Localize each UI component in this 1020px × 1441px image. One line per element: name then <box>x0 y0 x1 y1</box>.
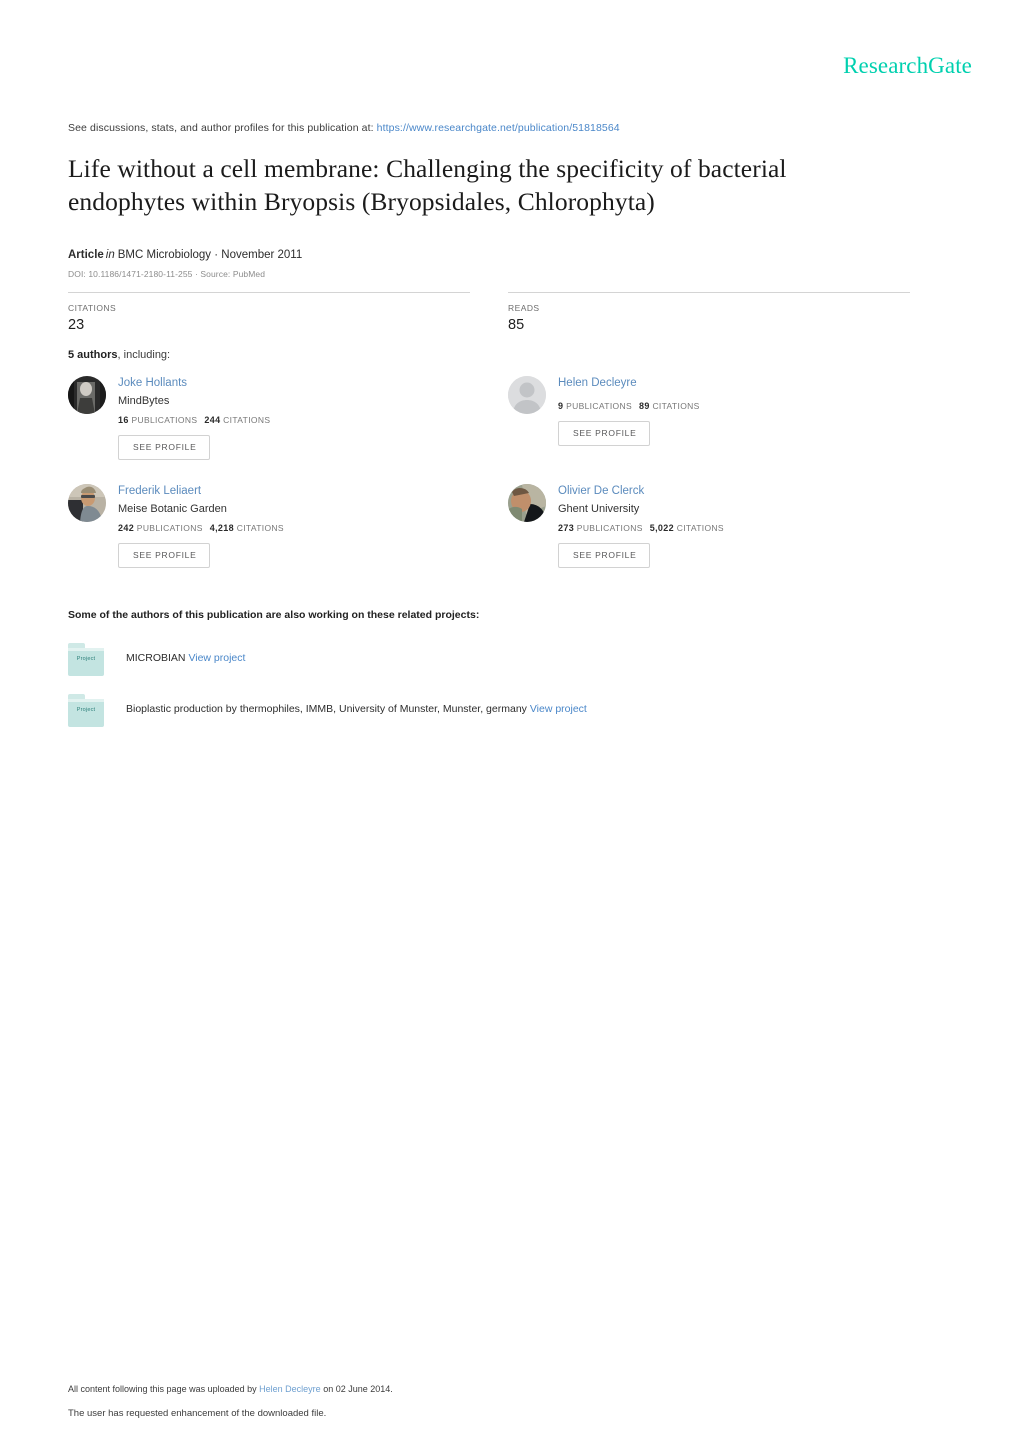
author-stats: 242 PUBLICATIONS 4,218 CITATIONS <box>118 523 488 533</box>
author-citations-word: CITATIONS <box>223 415 271 425</box>
stat-reads-label: READS <box>508 303 540 313</box>
stat-citations: CITATIONS 23 <box>68 292 470 333</box>
author-stats: 16 PUBLICATIONS 244 CITATIONS <box>118 415 488 425</box>
project-folder-icon: Project <box>68 694 104 727</box>
project-text: MICROBIAN View project <box>126 643 245 664</box>
project-title: Bioplastic production by thermophiles, I… <box>126 703 527 715</box>
avatar <box>508 484 546 522</box>
publication-title: Life without a cell membrane: Challengin… <box>68 154 787 216</box>
project-row: Project MICROBIAN View project <box>68 643 245 677</box>
authors-including-label: , including: <box>117 349 171 361</box>
avatar-photo-icon <box>508 484 546 522</box>
author-citations-word: CITATIONS <box>236 523 284 533</box>
article-venue: BMC Microbiology · November 2011 <box>117 249 303 261</box>
stat-divider <box>68 292 470 293</box>
author-publications-count: 273 <box>558 523 575 533</box>
project-title: MICROBIAN <box>126 652 186 664</box>
author-citations-count: 244 <box>204 415 221 425</box>
see-profile-button[interactable]: SEE PROFILE <box>558 543 651 568</box>
author-institution: Meise Botanic Garden <box>118 503 227 515</box>
discussion-prefix-text: See discussions, stats, and author profi… <box>68 122 374 134</box>
author-publications-word: PUBLICATIONS <box>566 401 632 411</box>
avatar-photo-icon <box>68 376 106 414</box>
researchgate-logo: ResearchGate <box>843 53 972 78</box>
project-folder-label: Project <box>76 656 96 662</box>
project-folder-icon: Project <box>68 643 104 676</box>
author-citations-word: CITATIONS <box>676 523 724 533</box>
author-card: Joke Hollants MindBytes 16 PUBLICATIONS 2… <box>68 376 488 460</box>
author-body: Frederik Leliaert Meise Botanic Garden 2… <box>118 484 488 568</box>
author-body: Olivier De Clerck Ghent University 273 P… <box>558 484 928 568</box>
avatar-photo-icon <box>68 484 106 522</box>
stat-citations-label: CITATIONS <box>68 303 117 313</box>
avatar <box>68 376 106 414</box>
author-citations-word: CITATIONS <box>652 401 700 411</box>
project-text: Bioplastic production by thermophiles, I… <box>126 694 587 715</box>
discussion-line: See discussions, stats, and author profi… <box>68 122 620 134</box>
author-name-link[interactable]: Joke Hollants <box>118 376 488 390</box>
author-citations-count: 4,218 <box>209 523 234 533</box>
author-name-link[interactable]: Helen Decleyre <box>558 376 928 390</box>
view-project-link[interactable]: View project <box>530 703 587 715</box>
stat-divider <box>508 292 910 293</box>
see-profile-button[interactable]: SEE PROFILE <box>118 543 211 568</box>
avatar <box>68 484 106 522</box>
avatar <box>508 376 546 414</box>
author-card: Frederik Leliaert Meise Botanic Garden 2… <box>68 484 488 568</box>
author-stats: 273 PUBLICATIONS 5,022 CITATIONS <box>558 523 928 533</box>
author-publications-word: PUBLICATIONS <box>576 523 643 533</box>
article-in-word: in <box>105 249 115 261</box>
footer-upload-suffix: on 02 June 2014. <box>323 1384 393 1394</box>
view-project-link[interactable]: View project <box>188 652 245 664</box>
project-folder-label: Project <box>76 707 96 713</box>
author-body: Helen Decleyre 9 PUBLICATIONS 89 CITATION… <box>558 376 928 446</box>
author-publications-word: PUBLICATIONS <box>136 523 203 533</box>
author-institution: MindBytes <box>118 395 170 407</box>
footer-upload-prefix: All content following this page was uplo… <box>68 1384 257 1394</box>
avatar-placeholder-person-icon <box>508 376 546 414</box>
stat-reads-value: 85 <box>508 317 525 333</box>
author-name-link[interactable]: Frederik Leliaert <box>118 484 488 498</box>
author-card: Olivier De Clerck Ghent University 273 P… <box>508 484 928 568</box>
author-institution: Ghent University <box>558 503 640 515</box>
author-publications-count: 9 <box>558 401 564 411</box>
researchgate-cover-page: ResearchGate See discussions, stats, and… <box>0 0 1020 1441</box>
stat-reads: READS 85 <box>508 292 910 333</box>
author-publications-count: 242 <box>118 523 135 533</box>
author-citations-count: 89 <box>639 401 650 411</box>
publication-url-link[interactable]: https://www.researchgate.net/publication… <box>377 122 620 134</box>
author-stats: 9 PUBLICATIONS 89 CITATIONS <box>558 401 928 411</box>
author-card: Helen Decleyre 9 PUBLICATIONS 89 CITATION… <box>508 376 928 446</box>
doi-source-line: DOI: 10.1186/1471-2180-11-255 · Source: … <box>68 269 266 279</box>
footer-upload-line: All content following this page was uplo… <box>68 1384 393 1394</box>
footer-enhancement-note: The user has requested enhancement of th… <box>68 1408 327 1419</box>
author-publications-word: PUBLICATIONS <box>131 415 198 425</box>
author-citations-count: 5,022 <box>649 523 674 533</box>
article-meta-line: Article in BMC Microbiology · November 201… <box>68 249 302 261</box>
project-row: Project Bioplastic production by thermop… <box>68 694 587 728</box>
authors-heading: 5 authors, including: <box>68 349 170 361</box>
related-projects-heading: Some of the authors of this publication … <box>68 609 480 621</box>
see-profile-button[interactable]: SEE PROFILE <box>558 421 651 446</box>
footer-uploader-link[interactable]: Helen Decleyre <box>259 1384 321 1394</box>
stat-citations-value: 23 <box>68 317 85 333</box>
see-profile-button[interactable]: SEE PROFILE <box>118 435 211 460</box>
authors-count: 5 authors <box>68 349 118 361</box>
article-type-label: Article <box>68 249 104 261</box>
author-body: Joke Hollants MindBytes 16 PUBLICATIONS 2… <box>118 376 488 460</box>
author-publications-count: 16 <box>118 415 129 425</box>
author-name-link[interactable]: Olivier De Clerck <box>558 484 928 498</box>
